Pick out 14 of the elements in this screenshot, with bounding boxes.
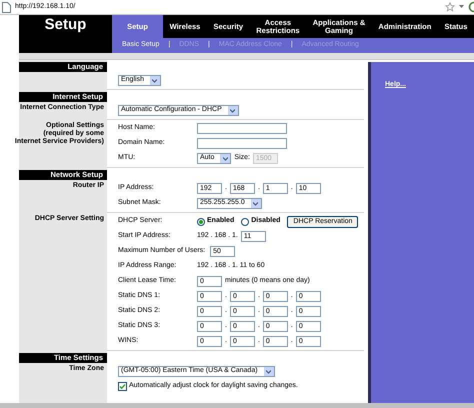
caret-icon bbox=[253, 202, 258, 206]
caret-icon bbox=[222, 156, 228, 160]
input-field[interactable] bbox=[197, 123, 287, 134]
star-icon[interactable] bbox=[445, 2, 455, 12]
input-field[interactable] bbox=[197, 138, 287, 149]
radio-button[interactable] bbox=[197, 218, 205, 226]
refresh-icon[interactable] bbox=[468, 1, 474, 13]
caret-icon bbox=[230, 108, 236, 112]
dropdown-icon[interactable] bbox=[459, 5, 464, 9]
caret-icon bbox=[266, 370, 272, 374]
caret-icon bbox=[152, 78, 158, 82]
checkbox[interactable] bbox=[118, 382, 127, 391]
radio-button[interactable] bbox=[241, 218, 250, 226]
page-title: Setup bbox=[19, 15, 112, 53]
